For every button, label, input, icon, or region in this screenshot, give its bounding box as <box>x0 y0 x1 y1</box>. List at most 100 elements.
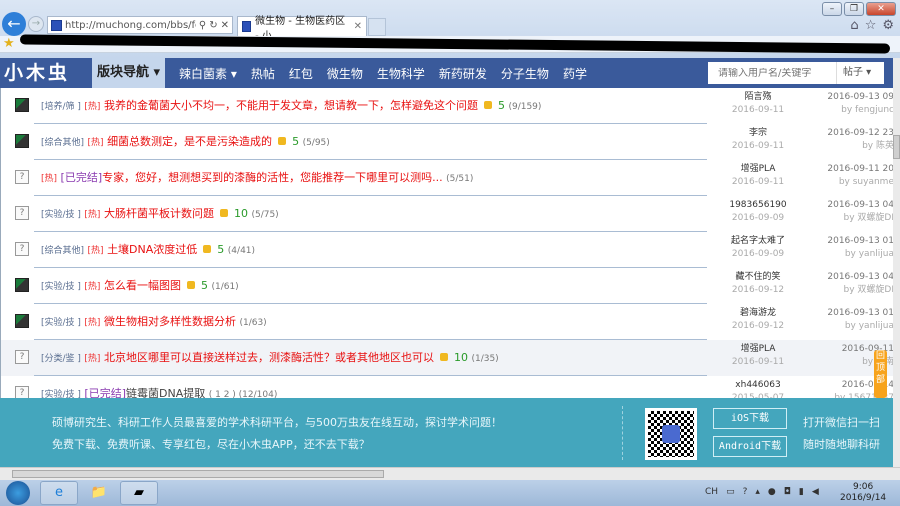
last-reply-date[interactable]: 2016-09-13 09 <box>827 91 894 104</box>
minimize-button[interactable]: – <box>822 2 842 16</box>
thread-row: ? [实验/技 ] [热] 大肠杆菌平板计数问题 10 (5/75) 19836561… <box>0 196 895 232</box>
thread-category[interactable]: [实验/技 ] <box>41 318 81 328</box>
author-link[interactable]: 李宗 <box>725 127 791 140</box>
thread-title-link[interactable]: 专家，您好，想测想买到的漆酶的活性，您能推荐一下哪里可以测吗... <box>102 171 443 184</box>
search-type-select[interactable]: 帖子 ▾ <box>836 62 884 84</box>
last-reply-by[interactable]: by 陈英 <box>827 140 894 153</box>
board-nav-button[interactable]: 版块导航 ▾ <box>92 58 165 88</box>
thread-title-link[interactable]: 我养的金葡菌大小不均一，不能用于发文章，想请教一下，怎样避免这个问题 <box>104 99 478 112</box>
app-tray-icon[interactable]: ◘ <box>784 487 791 497</box>
volume-icon[interactable]: ◀ <box>812 487 819 497</box>
reward: 5 <box>217 243 225 256</box>
nav-item[interactable]: 药学 <box>563 65 587 82</box>
author-link[interactable]: 增强PLA <box>725 343 791 356</box>
post-date: 2016-09-11 <box>731 105 785 115</box>
browser-tab[interactable]: 微生物 - 生物医药区 - 小... ✕ <box>237 16 367 42</box>
refresh-icon[interactable]: ↻ <box>209 20 217 31</box>
star-icon[interactable]: ☆ <box>865 18 877 33</box>
new-tab-button[interactable] <box>368 18 386 36</box>
help-icon[interactable]: ? <box>743 487 748 497</box>
thread-category[interactable]: [培养/筛 ] <box>41 102 81 112</box>
restore-button[interactable]: ❐ <box>844 2 864 16</box>
last-reply-date[interactable]: 2016-09-13 04 <box>827 199 894 212</box>
tab-close-icon[interactable]: ✕ <box>354 21 362 32</box>
keyboard-icon[interactable]: ▭ <box>726 487 735 497</box>
ios-download-button[interactable]: iOS下载 <box>713 408 787 429</box>
browser-chrome: – ❐ ✕ ← → http://muchong.com/bbs/foru ⚲ … <box>0 0 900 58</box>
app-tray-icon[interactable]: ● <box>768 487 776 497</box>
nav-item[interactable]: 新药研发 <box>439 65 487 82</box>
vertical-scrollbar-thumb[interactable] <box>893 135 900 159</box>
author-link[interactable]: 陌言殇 <box>725 91 791 104</box>
close-button[interactable]: ✕ <box>866 2 896 16</box>
logo[interactable]: 小木虫 <box>0 58 92 88</box>
signal-icon[interactable]: ▮ <box>799 487 804 497</box>
vertical-scrollbar[interactable] <box>893 58 900 467</box>
author-link[interactable]: 起名字太难了 <box>725 235 791 248</box>
author-link[interactable]: 碧海游龙 <box>725 307 791 320</box>
search-icon[interactable]: ⚲ <box>199 20 206 31</box>
author-cell: 增强PLA 2016-09-11 <box>725 343 791 369</box>
divider <box>622 406 623 460</box>
address-bar[interactable]: http://muchong.com/bbs/foru ⚲ ↻ ✕ <box>47 16 233 34</box>
stop-icon[interactable]: ✕ <box>221 20 229 31</box>
time: 9:06 <box>852 482 874 492</box>
last-reply-by[interactable]: by suyanme <box>827 176 894 189</box>
nav-item[interactable]: 微生物 <box>327 65 363 82</box>
last-reply-date[interactable]: 2016-09-13 01 <box>827 307 894 320</box>
last-reply-by[interactable]: by yanlijua <box>827 320 894 333</box>
nav-item[interactable]: 热帖 <box>251 65 275 82</box>
explorer-taskbar-button[interactable]: 📁 <box>80 481 118 505</box>
ie-taskbar-button[interactable]: e <box>40 481 78 505</box>
language-indicator[interactable]: CH <box>705 487 718 497</box>
favorites-star-icon[interactable]: ★ <box>3 36 15 51</box>
horizontal-scrollbar[interactable] <box>0 467 900 480</box>
back-button[interactable]: ← <box>2 12 26 36</box>
author-link[interactable]: 藏不住的笑 <box>725 271 791 284</box>
nav-item[interactable]: 辣白菌素 ▾ <box>179 65 237 82</box>
network-icon[interactable]: ▴ <box>755 487 760 497</box>
last-reply-by[interactable]: by 双螺旋DI <box>827 284 895 297</box>
nav-item[interactable]: 分子生物 <box>501 65 549 82</box>
app-taskbar-button[interactable]: ▰ <box>120 481 158 505</box>
gear-icon[interactable]: ⚙ <box>882 18 894 33</box>
nav-item[interactable]: 红包 <box>289 65 313 82</box>
author-link[interactable]: 增强PLA <box>725 163 791 176</box>
question-thread-icon: ? <box>15 170 29 184</box>
question-thread-icon: ? <box>15 350 29 364</box>
home-icon[interactable]: ⌂ <box>850 18 858 33</box>
android-download-button[interactable]: Android下载 <box>713 436 787 457</box>
thread-row: ? [综合其他] [热] 土壤DNA浓度过低 5 (4/41) 起名字太难了 2016-… <box>0 232 894 268</box>
last-reply-date[interactable]: 2016-09-13 01 <box>827 235 894 248</box>
last-reply-date[interactable]: 2016-09-11 20 <box>827 163 894 176</box>
thread-category[interactable]: [分类/鉴 ] <box>41 354 81 364</box>
app-banner: 硕博研究生、科研工作人员最喜爱的学术科研平台，与500万虫友在线互动，探讨学术问… <box>0 398 893 467</box>
last-reply-date[interactable]: 2016-09-13 04 <box>827 271 894 284</box>
last-reply-by[interactable]: by fengjunc <box>827 104 894 117</box>
clock[interactable]: 9:06 2016/9/14 <box>840 482 886 504</box>
thread-category[interactable]: [综合其他] <box>41 138 84 148</box>
url-text: http://muchong.com/bbs/foru <box>65 19 196 31</box>
thread-category[interactable]: [实验/技 ] <box>41 282 81 292</box>
thread-title-link[interactable]: 细菌总数测定，是不是污染造成的 <box>107 135 272 148</box>
start-button[interactable] <box>6 481 30 505</box>
thread-title-link[interactable]: 怎么看一幅图图 <box>104 279 181 292</box>
forward-button[interactable]: → <box>28 16 44 32</box>
reply-view-count: (5/95) <box>302 138 330 148</box>
author-link[interactable]: xh446063 <box>725 379 791 392</box>
thread-category[interactable]: [实验/技 ] <box>41 210 81 220</box>
search-input[interactable] <box>708 67 836 79</box>
thread-title-link[interactable]: 微生物相对多样性数据分析 <box>104 315 236 328</box>
banner-line: 硕博研究生、科研工作人员最喜爱的学术科研平台，与500万虫友在线互动，探讨学术问… <box>52 416 502 429</box>
last-reply-date[interactable]: 2016-09-12 23 <box>827 127 894 140</box>
last-reply-by[interactable]: by yanlijua <box>827 248 894 261</box>
thread-title-link[interactable]: 大肠杆菌平板计数问题 <box>104 207 214 220</box>
thread-category[interactable]: [综合其他] <box>41 246 84 256</box>
last-reply-by[interactable]: by 双螺旋DI <box>827 212 895 225</box>
thread-title-link[interactable]: 土壤DNA浓度过低 <box>107 243 197 256</box>
author-link[interactable]: 1983656190 <box>725 199 791 212</box>
thread-title-link[interactable]: 北京地区哪里可以直接送样过去，测漆酶活性？或者其他地区也可以 <box>104 351 434 364</box>
back-to-top-button[interactable]: 回顶部 <box>874 350 887 398</box>
horizontal-scrollbar-thumb[interactable] <box>12 470 384 478</box>
nav-item[interactable]: 生物科学 <box>377 65 425 82</box>
